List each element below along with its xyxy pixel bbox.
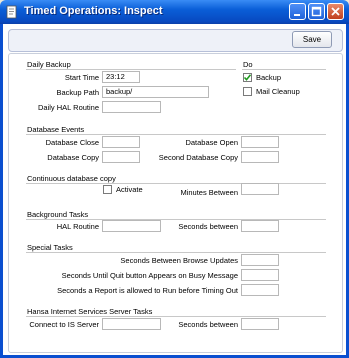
- mail-cleanup-checkbox[interactable]: [243, 87, 252, 96]
- special-tasks-heading: Special Tasks: [27, 243, 73, 252]
- backup-path-field[interactable]: backup/: [102, 86, 209, 98]
- continuous-copy-heading: Continuous database copy: [27, 174, 116, 183]
- his-tasks-heading: Hansa Internet Services Server Tasks: [27, 307, 153, 316]
- daily-hal-field[interactable]: [102, 101, 161, 113]
- checkmark-icon: [243, 74, 252, 81]
- database-close-field[interactable]: [102, 136, 140, 148]
- daily-hal-label: Daily HAL Routine: [38, 103, 99, 112]
- background-seconds-between-label: Seconds between: [178, 222, 238, 231]
- minimize-button[interactable]: [289, 3, 306, 20]
- continuous-copy-divider: [26, 183, 326, 184]
- database-events-divider: [26, 134, 326, 135]
- database-copy-label: Database Copy: [47, 153, 99, 162]
- save-button[interactable]: Save: [292, 31, 332, 48]
- report-timeout-field[interactable]: [241, 284, 279, 296]
- special-tasks-divider: [26, 252, 326, 253]
- daily-backup-divider: [26, 69, 236, 70]
- database-copy-field[interactable]: [102, 151, 140, 163]
- background-tasks-divider: [26, 219, 326, 220]
- start-time-field[interactable]: 23:12: [102, 71, 140, 83]
- browse-updates-field[interactable]: [241, 254, 279, 266]
- close-icon: [331, 7, 340, 16]
- database-events-heading: Database Events: [27, 125, 85, 134]
- connect-is-server-label: Connect to IS Server: [29, 320, 99, 329]
- quit-button-seconds-field[interactable]: [241, 269, 279, 281]
- minutes-between-label: Minutes Between: [180, 188, 238, 197]
- quit-button-seconds-label: Seconds Until Quit button Appears on Bus…: [61, 271, 238, 280]
- do-divider: [242, 69, 326, 70]
- report-timeout-label: Seconds a Report is allowed to Run befor…: [57, 286, 238, 295]
- maximize-button[interactable]: [308, 3, 325, 20]
- hal-routine-label: HAL Routine: [56, 222, 99, 231]
- his-tasks-divider: [26, 316, 326, 317]
- app-icon: [6, 5, 17, 19]
- background-seconds-between-field[interactable]: [241, 220, 279, 232]
- backup-path-label: Backup Path: [56, 88, 99, 97]
- window-title: Timed Operations: Inspect: [24, 5, 163, 17]
- backup-checkbox[interactable]: [243, 73, 252, 82]
- his-seconds-between-label: Seconds between: [178, 320, 238, 329]
- maximize-icon: [311, 6, 322, 17]
- his-seconds-between-field[interactable]: [241, 318, 279, 330]
- minimize-icon: [294, 14, 300, 16]
- activate-checkbox[interactable]: [103, 185, 112, 194]
- do-heading: Do: [243, 60, 253, 69]
- browse-updates-label: Seconds Between Browse Updates: [120, 256, 238, 265]
- daily-backup-heading: Daily Backup: [27, 60, 71, 69]
- minutes-between-field[interactable]: [241, 183, 279, 195]
- database-open-label: Database Open: [185, 138, 238, 147]
- background-tasks-heading: Background Tasks: [27, 210, 89, 219]
- second-database-copy-label: Second Database Copy: [158, 153, 238, 162]
- mail-cleanup-checkbox-label: Mail Cleanup: [256, 87, 300, 96]
- database-close-label: Database Close: [45, 138, 99, 147]
- database-open-field[interactable]: [241, 136, 279, 148]
- second-database-copy-field[interactable]: [241, 151, 279, 163]
- backup-checkbox-label: Backup: [256, 73, 282, 82]
- close-button[interactable]: [327, 3, 344, 20]
- activate-checkbox-label: Activate: [116, 185, 143, 194]
- start-time-label: Start Time: [64, 73, 99, 82]
